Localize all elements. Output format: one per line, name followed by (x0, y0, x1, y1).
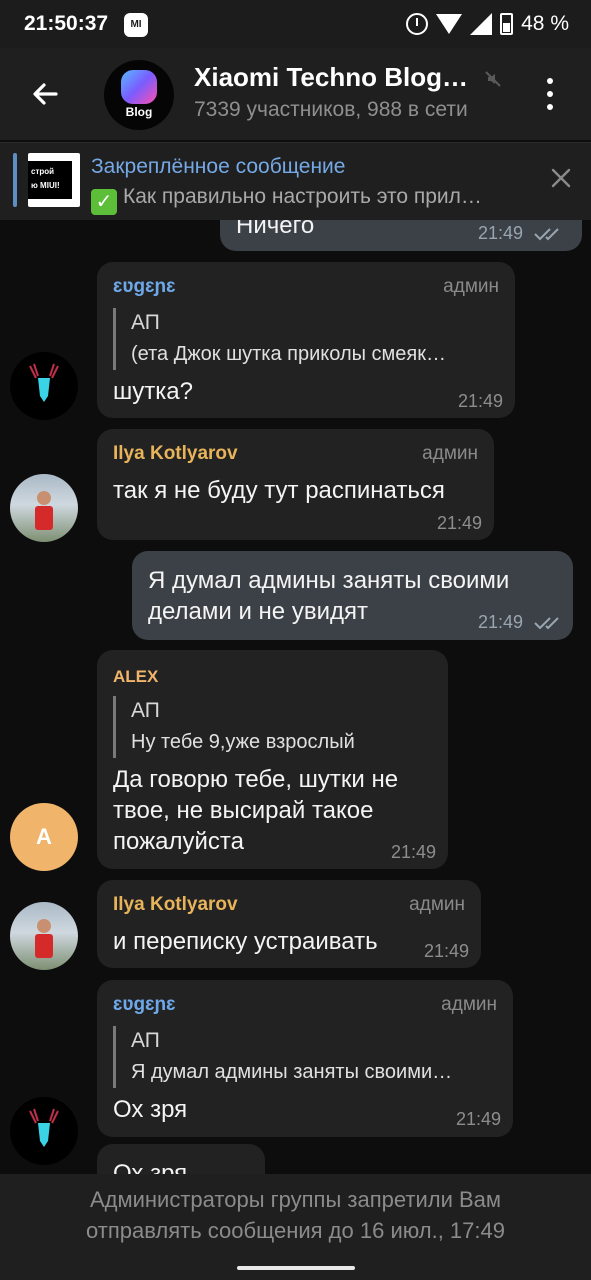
pinned-message-bar[interactable]: строй ю MIUI! Закреплённое сообщение ✓ Ка… (0, 142, 591, 220)
reply-author: АП (131, 699, 160, 722)
status-icons: 48 % (406, 12, 569, 36)
message-text: и переписку устраивать (113, 928, 378, 955)
sender-name[interactable]: Ilya Kotlyarov (113, 443, 238, 465)
reply-quote[interactable]: АП Я думал админы заняты своими… (113, 1026, 499, 1088)
restriction-notice: Администраторы группы запретили Вам отпр… (86, 1187, 505, 1243)
channel-subtitle: 7339 участников, 988 в сети (194, 98, 468, 121)
sender-name[interactable]: ɛʋɡɛɲɛ (113, 994, 176, 1016)
alarm-icon (406, 13, 429, 35)
avatar[interactable] (10, 474, 78, 542)
mi-notification-icon: MI (124, 13, 148, 37)
cell-signal-icon (470, 13, 493, 35)
avatar[interactable] (10, 1097, 78, 1165)
message-bubble-incoming[interactable]: ALEX АП Ну тебе 9,уже взрослый Да говорю… (97, 650, 448, 869)
sender-name[interactable]: Ilya Kotlyarov (113, 894, 238, 916)
message-bubble-incoming[interactable]: Ilya Kotlyarov админ так я не буду тут р… (97, 429, 494, 540)
sender-name[interactable]: ALEX (113, 667, 158, 687)
message-time: 21:49 (478, 612, 524, 632)
reply-author: АП (131, 1029, 160, 1052)
battery-percent: 48 % (521, 12, 569, 35)
message-text: Я думал админы заняты своими делами и не… (148, 567, 510, 625)
person-avatar-icon (35, 919, 53, 958)
admin-badge: админ (422, 443, 478, 464)
message-list[interactable]: Ничего 21:49 ɛʋɡɛɲɛ админ АП (ета Джок ш… (0, 220, 591, 1174)
status-time: 21:50:37 (24, 12, 109, 35)
wifi-icon (436, 14, 463, 34)
sender-name[interactable]: ɛʋɡɛɲɛ (113, 276, 176, 298)
reply-author: АП (131, 311, 160, 334)
read-checkmarks-icon (534, 228, 559, 241)
avatar[interactable] (10, 352, 78, 420)
message-time: 21:49 (455, 1109, 501, 1129)
checkmark-icon: ✓ (91, 189, 117, 215)
channel-avatar[interactable]: Blog (104, 60, 174, 130)
message-bubble-incoming[interactable]: ɛʋɡɛɲɛ админ АП Я думал админы заняты св… (97, 980, 513, 1137)
status-bar: 21:50:37 MI 48 % (0, 0, 591, 48)
muted-icon (485, 71, 501, 87)
message-time: 21:49 (478, 223, 524, 243)
pinned-text: ✓ Как правильно настроить это прил… (91, 185, 521, 215)
battery-icon (500, 13, 514, 35)
reply-text: Ну тебе 9,уже взрослый (131, 731, 355, 753)
admin-badge: админ (443, 276, 499, 297)
admin-badge: админ (441, 994, 497, 1015)
pinned-text-content: Как правильно настроить это прил… (123, 185, 482, 208)
pinned-title: Закреплённое сообщение (91, 155, 346, 178)
message-time: 21:49 (436, 513, 482, 533)
message-text: так я не буду тут распинаться (113, 477, 445, 504)
mi-logo-icon (121, 70, 157, 104)
message-bubble-incoming[interactable]: ɛʋɡɛɲɛ админ АП (ета Джок шутка приколы … (97, 262, 515, 418)
pinned-thumb-line1: строй (31, 167, 55, 176)
admin-badge: админ (409, 894, 465, 915)
chat-header: Blog Xiaomi Techno Blog… 7339 участников… (0, 48, 591, 140)
reply-text: (ета Джок шутка приколы смеяк… (131, 343, 446, 365)
avatar[interactable]: A (10, 803, 78, 871)
message-time: 21:49 (390, 842, 436, 862)
reply-quote[interactable]: АП Ну тебе 9,уже взрослый (113, 696, 433, 758)
reply-quote[interactable]: АП (ета Джок шутка приколы смеяк… (113, 308, 505, 370)
channel-avatar-label: Blog (125, 105, 153, 119)
channel-title[interactable]: Xiaomi Techno Blog… (194, 62, 468, 93)
pinned-thumbnail: строй ю MIUI! (28, 153, 80, 207)
message-bubble-incoming[interactable]: Ilya Kotlyarov админ и переписку устраив… (97, 880, 481, 968)
message-text: Ох зря (113, 1160, 188, 1174)
person-avatar-icon (35, 491, 53, 530)
read-checkmarks-icon (534, 617, 559, 630)
back-arrow-icon[interactable] (26, 74, 66, 114)
pinned-thumb-line2: ю MIUI! (31, 181, 60, 190)
message-text: шутка? (113, 378, 193, 405)
reply-text: Я думал админы заняты своими… (131, 1061, 453, 1083)
home-indicator[interactable] (237, 1266, 355, 1270)
deer-avatar-icon (29, 1108, 59, 1147)
close-icon[interactable] (548, 165, 574, 191)
pinned-indicator (13, 153, 17, 207)
message-text: Ничего (236, 220, 315, 239)
message-text: Да говорю тебе, шутки не твое, не высира… (113, 766, 399, 855)
deer-avatar-icon (29, 363, 59, 402)
message-time: 21:49 (423, 941, 469, 961)
message-bubble-outgoing[interactable]: Ничего 21:49 (220, 220, 582, 251)
message-bubble-incoming[interactable]: Ох зря (97, 1144, 265, 1174)
message-bubble-outgoing[interactable]: Я думал админы заняты своими делами и не… (132, 551, 573, 640)
message-text: Ох зря (113, 1096, 188, 1123)
avatar[interactable] (10, 902, 78, 970)
more-menu-icon[interactable] (539, 78, 561, 110)
message-time: 21:49 (457, 391, 503, 411)
send-restriction-bar: Администраторы группы запретили Вам отпр… (0, 1174, 591, 1280)
